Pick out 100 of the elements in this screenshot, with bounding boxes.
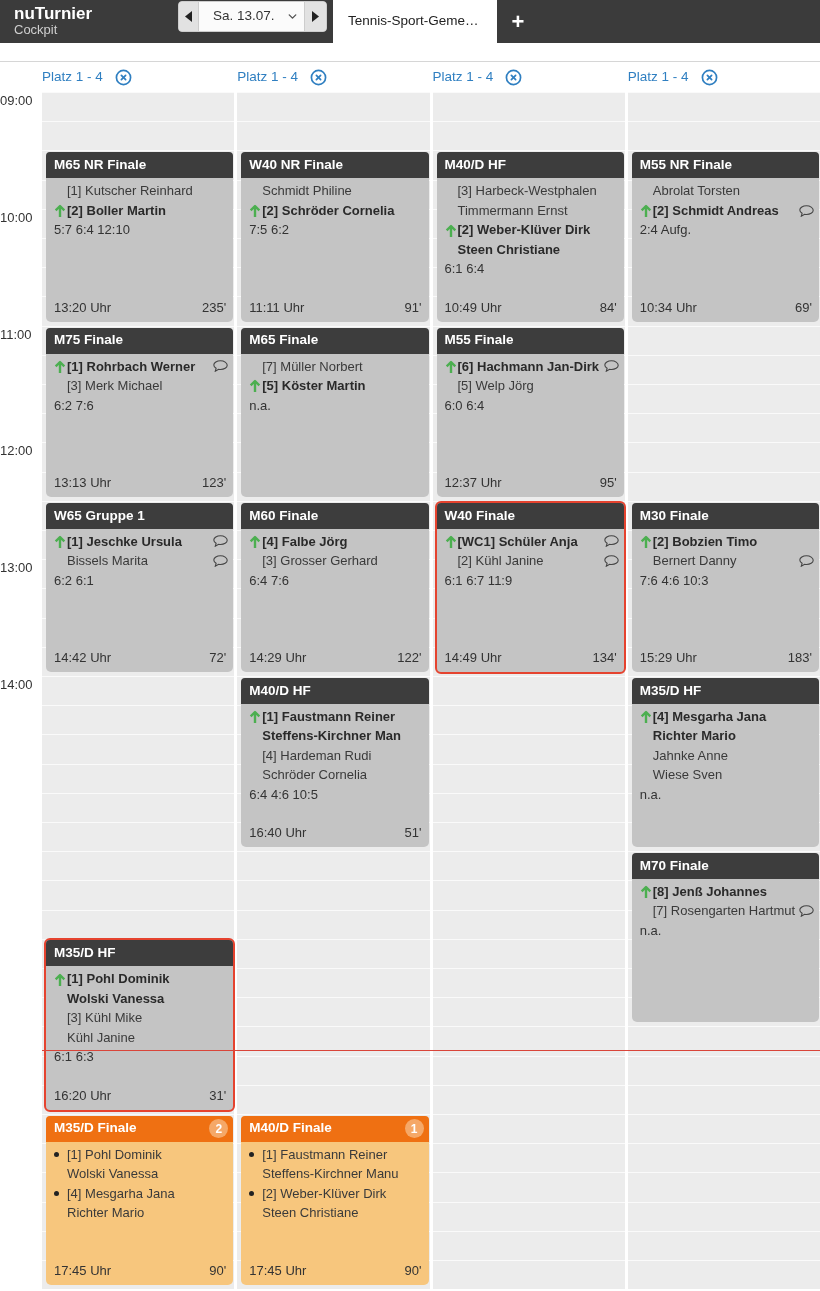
up-arrow-icon <box>249 534 262 548</box>
player-name: [1] Kutscher Reinhard <box>67 182 193 201</box>
match-card[interactable]: M65 NR Finale [1] Kutscher Reinhard [2] Boller Martin 5:7 6:4 12:10 13:20 Uhr 235' <box>46 152 234 322</box>
match-duration: 91' <box>404 299 422 317</box>
player-name: Kühl Janine <box>67 1028 135 1047</box>
comment-icon[interactable] <box>799 204 814 217</box>
match-time: 16:40 Uhr <box>249 824 307 843</box>
player-name: [2] Weber-Klüver Dirk <box>457 221 591 240</box>
match-duration: 90' <box>404 1262 422 1281</box>
close-icon[interactable] <box>505 68 523 86</box>
close-icon[interactable] <box>310 68 328 86</box>
match-card[interactable]: M35/D Finale 2 [1] Pohl Dominik Wolski Vanessa [4] Mesgarha Jana Richter Mario 17:45 Uhr 90' <box>46 1115 234 1285</box>
match-card[interactable]: M40/D HF [1] Faustmann Reiner Steffens-Kirchner Man [4] Hardeman Rudi Schröder Cornelia 6:4 4:6 10:5 16:40 Uhr 51' <box>241 677 429 847</box>
match-title: M60 Finale <box>249 506 319 525</box>
add-tab-button[interactable]: + <box>497 0 539 43</box>
court-label: Platz 1 - 4 <box>627 67 689 86</box>
player-name: Steffens-Kirchner Man <box>262 727 401 746</box>
player-name: Steen Christiane <box>262 1204 359 1223</box>
match-duration: 235' <box>202 299 227 317</box>
match-duration: 69' <box>795 299 812 317</box>
up-arrow-icon <box>54 204 66 218</box>
match-card[interactable]: M75 Finale [1] Rohrbach Werner [3] Merk Michael 6:2 7:6 13:13 Uhr 123' <box>46 327 234 497</box>
player-name: [2] Weber-Klüver Dirk <box>262 1184 387 1203</box>
date-select[interactable]: Sa. 13.07. <box>199 2 304 31</box>
match-card[interactable]: M55 NR Finale Abrolat Torsten [2] Schmidt Andreas 2:4 Aufg. 10:34 Uhr 69' <box>631 152 819 322</box>
comment-icon[interactable] <box>799 554 814 567</box>
player-name: [2] Schmidt Andreas <box>652 201 779 220</box>
player-name: Bernert Danny <box>652 552 737 571</box>
match-duration: 134' <box>592 649 617 668</box>
comment-icon[interactable] <box>213 360 229 373</box>
player-name: [4] Falbe Jörg <box>262 532 348 551</box>
match-title: W65 Gruppe 1 <box>54 506 145 525</box>
match-card[interactable]: W40 Finale [WC1] Schüler Anja [2] Kühl Janine 6:1 6:7 11:9 14:49 Uhr 134' <box>434 500 626 674</box>
caret-left-icon <box>185 11 192 22</box>
comment-icon[interactable] <box>213 535 229 548</box>
player-name: [4] Mesgarha Jana <box>67 1184 175 1203</box>
match-time: 11:11 Uhr <box>249 299 305 317</box>
match-title: M35/D HF <box>639 681 702 700</box>
match-title: M35/D Finale <box>54 1119 137 1138</box>
player-name: Wolski Vanessa <box>67 1165 159 1184</box>
app-name: nuTurnier <box>14 4 93 23</box>
match-card[interactable]: M55 Finale [6] Hachmann Jan-Dirk [5] Welp Jörg 6:0 6:4 12:37 Uhr 95' <box>436 327 624 497</box>
match-score: 6:4 4:6 10:5 <box>249 785 318 804</box>
match-card[interactable]: W65 Gruppe 1 [1] Jeschke Ursula Bissels Marita 6:2 6:1 14:42 Uhr 72' <box>46 502 234 672</box>
player-name: [1] Faustmann Reiner <box>262 707 396 726</box>
up-arrow-icon <box>444 534 457 548</box>
player-name: Wolski Vanessa <box>67 989 165 1008</box>
count-badge: 1 <box>404 1119 424 1139</box>
close-icon[interactable] <box>700 68 718 86</box>
previous-day-button[interactable] <box>179 2 199 31</box>
match-card[interactable]: M35/D HF [4] Mesgarha Jana Richter Mario Jahnke Anne Wiese Sven n.a. <box>631 677 819 847</box>
up-arrow-icon <box>54 359 66 373</box>
player-name: Schmidt Philine <box>262 182 352 201</box>
comment-icon[interactable] <box>799 905 814 918</box>
player-name: Jahnke Anne <box>652 746 728 765</box>
player-name: [2] Schröder Cornelia <box>262 201 395 220</box>
player-name: Schröder Cornelia <box>262 766 368 785</box>
caret-right-icon <box>312 11 319 22</box>
match-title: M55 Finale <box>444 331 514 350</box>
player-name: Steen Christiane <box>457 240 561 259</box>
match-time: 15:29 Uhr <box>639 649 697 668</box>
comment-icon[interactable] <box>603 360 619 373</box>
match-duration: 183' <box>787 649 812 668</box>
player-name: Richter Mario <box>67 1204 145 1223</box>
match-title: M55 NR Finale <box>639 156 733 175</box>
match-title: W40 NR Finale <box>249 156 344 175</box>
match-duration: 90' <box>209 1262 227 1281</box>
comment-icon[interactable] <box>603 535 619 548</box>
comment-icon[interactable] <box>603 554 619 567</box>
match-score: 7:6 4:6 10:3 <box>639 571 709 590</box>
tournament-tab[interactable]: Tennis-Sport-Geme… <box>333 0 497 43</box>
player-name: [1] Pohl Dominik <box>67 1145 162 1164</box>
hour-label: 14:00 <box>0 675 33 693</box>
close-icon[interactable] <box>114 68 132 86</box>
match-score: n.a. <box>249 396 271 415</box>
player-name: [7] Müller Norbert <box>262 357 363 376</box>
next-day-button[interactable] <box>304 2 326 31</box>
player-name: [8] Jenß Johannes <box>652 882 767 901</box>
match-card[interactable]: M65 Finale [7] Müller Norbert [5] Köster Martin n.a. <box>241 327 429 497</box>
comment-icon[interactable] <box>213 554 229 567</box>
match-card[interactable]: M60 Finale [4] Falbe Jörg [3] Grosser Gerhard 6:4 7:6 14:29 Uhr 122' <box>241 502 429 672</box>
player-name: Timmermann Ernst <box>457 201 568 220</box>
match-title: M70 Finale <box>639 856 709 875</box>
player-name: [3] Kühl Mike <box>67 1009 143 1028</box>
match-duration: 123' <box>202 474 227 493</box>
hour-label: 12:00 <box>0 442 33 460</box>
match-card[interactable]: M40/D Finale 1 [1] Faustmann Reiner Steffens-Kirchner Manu [2] Weber-Klüver Dirk Steen Christiane 17:45 Uhr 90' <box>241 1115 429 1285</box>
match-time: 12:37 Uhr <box>444 474 502 493</box>
match-score: n.a. <box>639 785 662 804</box>
match-duration: 84' <box>599 299 617 317</box>
match-time: 13:20 Uhr <box>54 299 112 317</box>
match-time: 14:29 Uhr <box>249 649 307 668</box>
match-card[interactable]: M70 Finale [8] Jenß Johannes [7] Rosengarten Hartmut n.a. <box>631 852 819 1022</box>
match-card[interactable]: M30 Finale [2] Bobzien Timo Bernert Danny 7:6 4:6 10:3 15:29 Uhr 183' <box>631 502 819 672</box>
match-time: 16:20 Uhr <box>54 1087 112 1106</box>
match-card[interactable]: M40/D HF [3] Harbeck-Westphalen Timmermann Ernst [2] Weber-Klüver Dirk Steen Christiane 6:1 6:4 10:49 Uhr 84' <box>436 152 624 322</box>
match-card[interactable]: M35/D HF [1] Pohl Dominik Wolski Vanessa [3] Kühl Mike Kühl Janine 6:1 6:3 16:20 Uhr 31' <box>44 938 236 1112</box>
up-arrow-icon <box>639 885 652 899</box>
match-duration: 31' <box>209 1087 227 1106</box>
match-title: M40/D Finale <box>249 1119 332 1138</box>
